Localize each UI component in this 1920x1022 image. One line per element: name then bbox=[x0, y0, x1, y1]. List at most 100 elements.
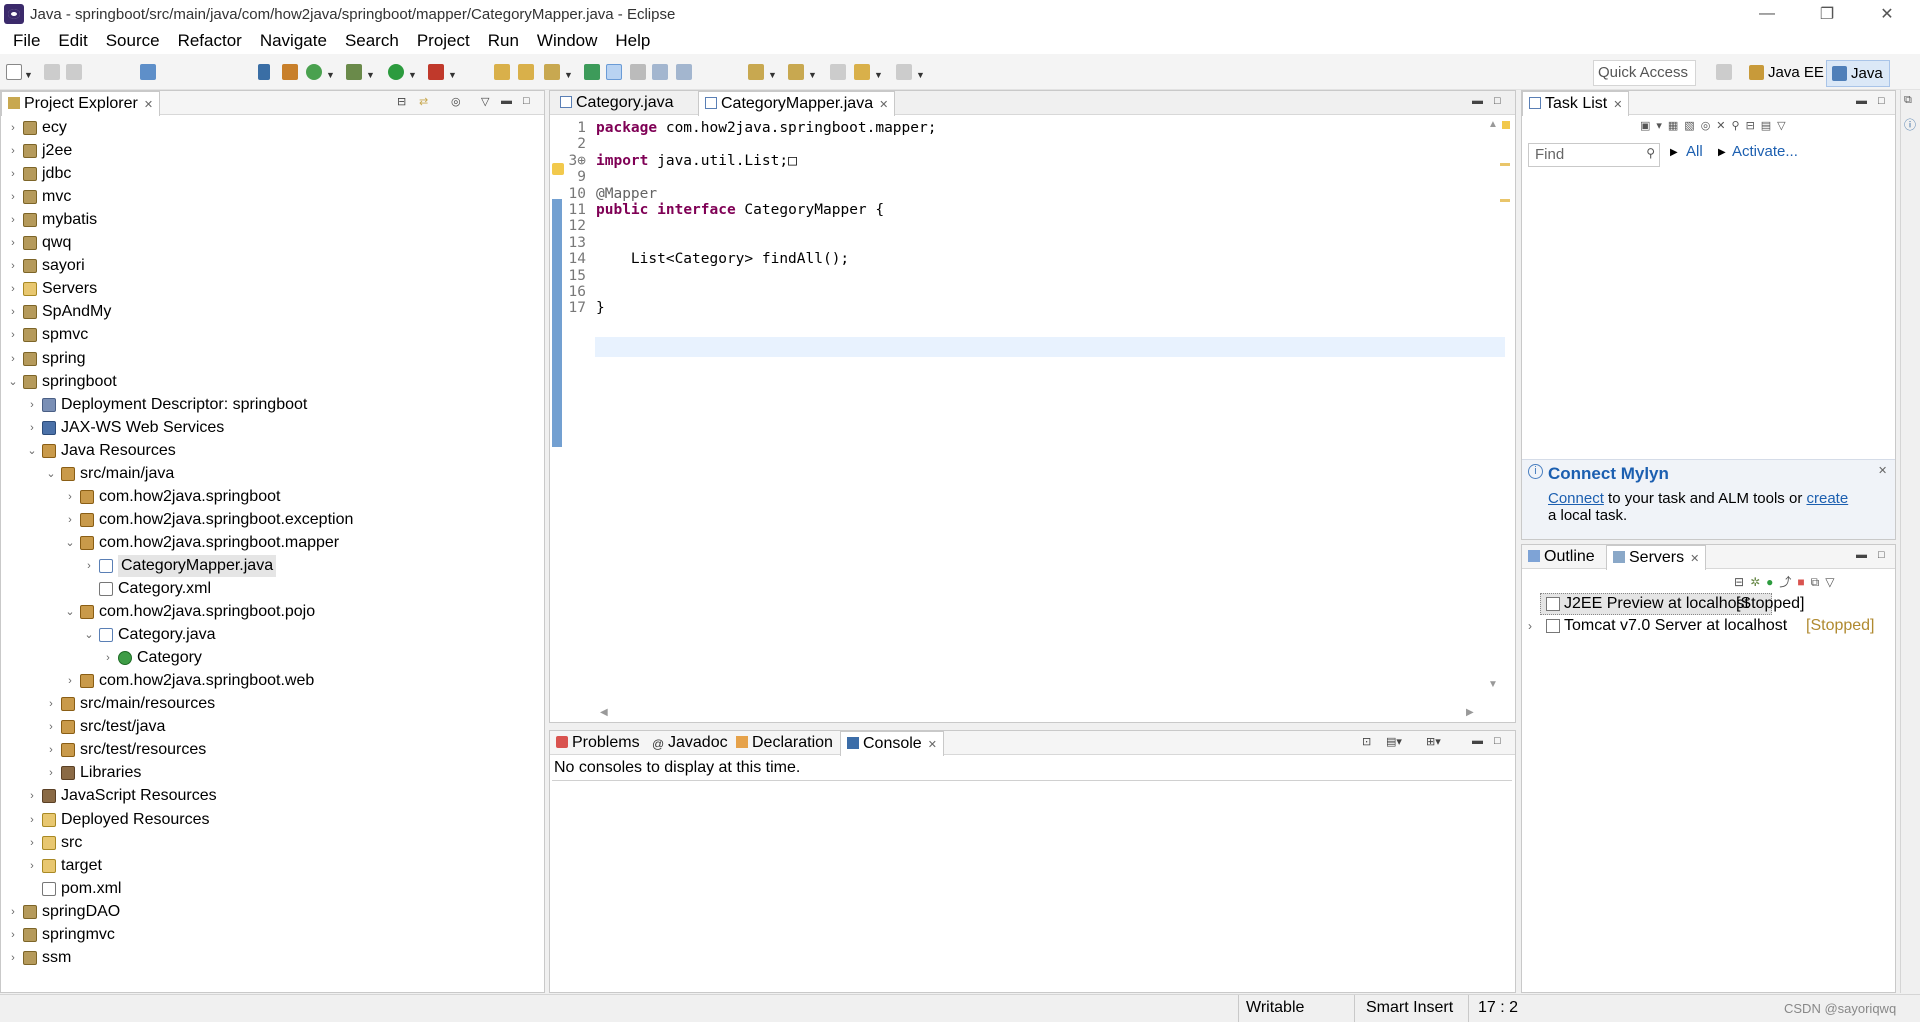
chevron-down-icon[interactable]: ⌄ bbox=[83, 624, 95, 646]
debug-dropdown-icon[interactable]: ▼ bbox=[326, 70, 335, 80]
chevron-right-icon[interactable]: › bbox=[26, 417, 38, 439]
menu-help[interactable]: Help bbox=[606, 31, 659, 51]
chevron-right-icon[interactable]: › bbox=[26, 809, 38, 831]
minimize-view-icon[interactable]: ▬ bbox=[501, 95, 512, 107]
tree-item[interactable]: ⌄ src/main/java bbox=[1, 463, 541, 485]
find-input[interactable]: Find ⚲ bbox=[1528, 143, 1660, 167]
chevron-right-icon[interactable]: › bbox=[7, 186, 19, 208]
tree-item[interactable]: › sayori bbox=[1, 255, 541, 277]
tab-task-list[interactable]: Task List ✕ bbox=[1522, 91, 1630, 116]
chevron-right-icon[interactable]: › bbox=[26, 394, 38, 416]
tree-item[interactable]: › JAX-WS Web Services bbox=[1, 417, 541, 439]
tree-item[interactable]: Category.xml bbox=[1, 578, 541, 600]
close-icon[interactable]: ✕ bbox=[928, 739, 937, 751]
tree-item[interactable]: › src/test/java bbox=[1, 716, 541, 738]
close-icon[interactable]: ✕ bbox=[144, 99, 153, 111]
scroll-down-icon[interactable]: ▼ bbox=[1488, 679, 1498, 690]
show-whitespace-icon[interactable] bbox=[652, 64, 668, 80]
chevron-right-icon[interactable]: › bbox=[102, 647, 114, 669]
code-area[interactable]: package com.how2java.springboot.mapper; i… bbox=[596, 117, 1496, 677]
tab-category-mapper-java[interactable]: CategoryMapper.java ✕ bbox=[698, 91, 896, 116]
create-link[interactable]: create bbox=[1806, 490, 1848, 507]
tree-item[interactable]: › CategoryMapper.java bbox=[1, 554, 541, 577]
tree-item[interactable]: › jdbc bbox=[1, 163, 541, 185]
back-dropdown-icon[interactable]: ▼ bbox=[874, 70, 883, 80]
tree-item[interactable]: › JavaScript Resources bbox=[1, 785, 541, 807]
prev-annotation-icon[interactable] bbox=[788, 64, 804, 80]
tree-item[interactable]: › src/main/resources bbox=[1, 693, 541, 715]
tab-declaration[interactable]: Declaration bbox=[730, 731, 839, 755]
menu-navigate[interactable]: Navigate bbox=[251, 31, 336, 51]
maximize-view-icon[interactable]: □ bbox=[1494, 95, 1501, 107]
search-icon[interactable]: ⚲ bbox=[1646, 146, 1655, 160]
chevron-right-icon[interactable]: › bbox=[1528, 615, 1532, 637]
restore-icon[interactable]: ⧉ bbox=[1904, 94, 1912, 107]
open-task-icon[interactable] bbox=[518, 64, 534, 80]
minimize-view-icon[interactable]: ▬ bbox=[1856, 549, 1867, 561]
tree-item[interactable]: › com.how2java.springboot.web bbox=[1, 670, 541, 692]
chevron-right-icon[interactable]: › bbox=[7, 163, 19, 185]
tab-outline[interactable]: Outline bbox=[1522, 545, 1601, 569]
tree-item[interactable]: › Category bbox=[1, 647, 541, 669]
chevron-right-icon[interactable]: › bbox=[64, 486, 76, 508]
task-list-toolbar[interactable]: ▣▾▦▧◎✕⚲⊟▤▽ bbox=[1640, 119, 1890, 137]
restore-button[interactable]: ❐ bbox=[1804, 0, 1850, 28]
open-type-icon[interactable] bbox=[494, 64, 510, 80]
run-icon[interactable] bbox=[388, 64, 404, 80]
maximize-view-icon[interactable]: □ bbox=[1878, 95, 1885, 107]
connect-link[interactable]: Connect bbox=[1548, 490, 1604, 507]
chevron-right-icon[interactable]: › bbox=[7, 209, 19, 231]
quick-access-input[interactable]: Quick Access bbox=[1593, 60, 1696, 86]
menu-source[interactable]: Source bbox=[97, 31, 169, 51]
tab-category-java[interactable]: Category.java bbox=[554, 91, 680, 115]
close-icon[interactable]: ✕ bbox=[1690, 553, 1699, 565]
bug-dropdown-icon[interactable]: ▼ bbox=[366, 70, 375, 80]
chevron-right-icon[interactable]: › bbox=[26, 855, 38, 877]
chevron-right-icon[interactable]: › bbox=[45, 716, 57, 738]
menu-refactor[interactable]: Refactor bbox=[169, 31, 251, 51]
tree-item[interactable]: › com.how2java.springboot bbox=[1, 486, 541, 508]
tree-item[interactable]: › j2ee bbox=[1, 140, 541, 162]
all-link[interactable]: All bbox=[1686, 143, 1703, 160]
minimize-button[interactable]: — bbox=[1744, 0, 1790, 28]
overview-warning-marker[interactable] bbox=[1502, 121, 1510, 129]
chevron-right-icon[interactable]: › bbox=[45, 762, 57, 784]
chevron-right-icon[interactable]: › bbox=[26, 785, 38, 807]
tree-item[interactable]: ⌄ Java Resources bbox=[1, 440, 541, 462]
tree-item[interactable]: ⌄ springboot bbox=[1, 371, 541, 393]
chevron-down-icon[interactable]: ⌄ bbox=[26, 440, 38, 462]
menu-edit[interactable]: Edit bbox=[49, 31, 96, 51]
chevron-right-icon[interactable]: › bbox=[7, 117, 19, 139]
new-server-icon[interactable] bbox=[282, 64, 298, 80]
maximize-view-icon[interactable]: □ bbox=[1878, 549, 1885, 561]
chevron-right-icon[interactable]: › bbox=[7, 947, 19, 969]
close-icon[interactable]: ✕ bbox=[1613, 99, 1622, 111]
minimize-view-icon[interactable]: ▬ bbox=[1472, 735, 1483, 747]
tree-item[interactable]: ⌄ com.how2java.springboot.pojo bbox=[1, 601, 541, 623]
tab-project-explorer[interactable]: Project Explorer ✕ bbox=[1, 91, 161, 116]
pilcrow-icon[interactable] bbox=[676, 64, 692, 80]
minimize-view-icon[interactable]: ▬ bbox=[1472, 95, 1483, 107]
menu-window[interactable]: Window bbox=[528, 31, 606, 51]
last-edit-icon[interactable] bbox=[830, 64, 846, 80]
debug-bug-icon[interactable] bbox=[346, 64, 362, 80]
maximize-view-icon[interactable]: □ bbox=[1494, 735, 1501, 747]
chevron-down-icon[interactable]: ⌄ bbox=[45, 463, 57, 485]
mark-occurrences-icon[interactable] bbox=[606, 64, 622, 80]
tree-item[interactable]: › com.how2java.springboot.exception bbox=[1, 509, 541, 531]
minimize-view-icon[interactable]: ▬ bbox=[1856, 95, 1867, 107]
chevron-right-icon[interactable]: › bbox=[7, 278, 19, 300]
tree-item[interactable]: › spmvc bbox=[1, 324, 541, 346]
scroll-right-icon[interactable]: ▶ bbox=[1466, 707, 1474, 718]
tree-item[interactable]: › mybatis bbox=[1, 209, 541, 231]
tree-item[interactable]: › Servers bbox=[1, 278, 541, 300]
tab-servers[interactable]: Servers ✕ bbox=[1606, 545, 1707, 570]
open-console-icon[interactable]: ⊞▾ bbox=[1426, 735, 1441, 748]
annotation-icon[interactable] bbox=[584, 64, 600, 80]
menu-file[interactable]: File bbox=[4, 31, 49, 51]
activate-link[interactable]: Activate... bbox=[1732, 143, 1798, 160]
skip-breakpoints-icon[interactable] bbox=[258, 64, 270, 80]
menu-run[interactable]: Run bbox=[479, 31, 528, 51]
servers-toolbar[interactable]: ⊟✲●⤴■⧉▽ bbox=[1734, 573, 1894, 591]
tree-item[interactable]: › ecy bbox=[1, 117, 541, 139]
